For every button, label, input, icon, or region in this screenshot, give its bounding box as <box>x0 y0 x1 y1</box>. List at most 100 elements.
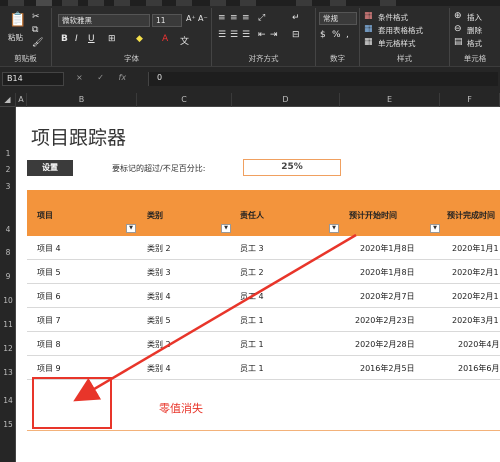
cut-icon[interactable]: ✂ <box>32 12 40 22</box>
font-name-combo[interactable]: 微软雅黑 <box>58 14 150 27</box>
select-all-corner[interactable]: ◢ <box>0 93 16 107</box>
row-header[interactable]: 4 <box>0 225 16 234</box>
header-planned-finish: 预计完成时间 <box>447 211 495 220</box>
filter-dropdown-icon[interactable]: ▼ <box>126 224 136 233</box>
row-header[interactable]: 15 <box>0 420 16 429</box>
phonetic-icon[interactable]: 文 <box>180 34 189 47</box>
tab-help[interactable] <box>330 0 346 6</box>
delete-icon[interactable]: ⊖ <box>454 24 462 34</box>
format-as-table-button[interactable]: 套用表格格式 <box>378 25 423 36</box>
table-row[interactable]: 项目 6 类别 4 员工 4 2020年2月7日 2020年2月1 <box>27 284 500 308</box>
settings-button[interactable]: 设置 <box>27 160 73 176</box>
row-header[interactable]: 13 <box>0 368 16 377</box>
insert-icon[interactable]: ⊕ <box>454 11 462 21</box>
tab-tell-me[interactable] <box>380 0 396 6</box>
column-header[interactable]: D <box>232 93 340 107</box>
delete-button[interactable]: 删除 <box>467 25 482 36</box>
format-painter-icon[interactable]: 🖌 <box>32 38 43 48</box>
align-right-icon[interactable]: ☰ <box>242 30 250 40</box>
table-row[interactable]: 项目 4 类别 2 员工 3 2020年1月8日 2020年1月1 <box>27 236 500 260</box>
paste-button[interactable]: 粘贴 <box>8 32 23 43</box>
percent-icon[interactable]: % <box>332 30 341 40</box>
column-header[interactable]: B <box>27 93 137 107</box>
filter-dropdown-icon[interactable]: ▼ <box>430 224 440 233</box>
copy-icon[interactable]: ⧉ <box>32 25 38 35</box>
cell-owner: 员工 2 <box>240 268 264 277</box>
border-icon[interactable]: ⊞ <box>108 34 116 44</box>
format-icon[interactable]: ▤ <box>454 37 463 47</box>
cell-start: 2020年1月8日 <box>360 268 415 277</box>
column-header[interactable]: A <box>16 93 27 107</box>
decrease-font-icon[interactable]: A⁻ <box>198 14 208 23</box>
cell-finish: 2020年4月 <box>458 340 500 349</box>
align-middle-icon[interactable]: ≡ <box>230 13 238 23</box>
paste-icon[interactable]: 📋 <box>9 12 26 28</box>
worksheet[interactable]: 项目跟踪器 设置 要标记的超过/不足百分比: 25% 项目 ▼ 类别 ▼ 责任人… <box>16 107 500 462</box>
format-button[interactable]: 格式 <box>467 38 482 49</box>
align-top-icon[interactable]: ≡ <box>218 13 226 23</box>
increase-indent-icon[interactable]: ⇥ <box>270 30 278 40</box>
cell-owner: 员工 3 <box>240 244 264 253</box>
row-header[interactable]: 11 <box>0 320 16 329</box>
tab-data[interactable] <box>176 0 192 6</box>
conditional-format-button[interactable]: 条件格式 <box>378 12 408 23</box>
insert-function-icon[interactable]: fx <box>119 73 127 82</box>
align-bottom-icon[interactable]: ≡ <box>242 13 250 23</box>
increase-font-icon[interactable]: A⁺ <box>186 14 196 23</box>
column-header[interactable]: C <box>137 93 232 107</box>
row-header[interactable]: 10 <box>0 296 16 305</box>
underline-icon[interactable]: U <box>88 34 95 44</box>
tab-formulas[interactable] <box>146 0 162 6</box>
tab-page-layout[interactable] <box>114 0 130 6</box>
bold-icon[interactable]: B <box>61 34 68 44</box>
comma-icon[interactable]: , <box>346 30 349 40</box>
tab-view[interactable] <box>240 0 256 6</box>
font-size-combo[interactable]: 11 <box>152 14 182 27</box>
table-row[interactable]: 项目 8 类别 2 员工 1 2020年2月28日 2020年4月 <box>27 332 500 356</box>
decrease-indent-icon[interactable]: ⇤ <box>258 30 266 40</box>
wrap-text-icon[interactable]: ↵ <box>292 13 300 23</box>
enter-icon[interactable]: ✓ <box>97 73 104 82</box>
tab-insert[interactable] <box>62 0 78 6</box>
currency-icon[interactable]: $ <box>320 30 326 40</box>
table-row[interactable]: 项目 7 类别 5 员工 1 2020年2月23日 2020年3月1 <box>27 308 500 332</box>
format-as-table-icon[interactable]: ▦ <box>364 24 373 34</box>
orientation-icon[interactable]: ⤢ <box>258 13 265 23</box>
filter-dropdown-icon[interactable]: ▼ <box>221 224 231 233</box>
cell-category: 类别 2 <box>147 340 171 349</box>
tab-file[interactable] <box>8 0 24 6</box>
row-header[interactable]: 1 <box>0 149 16 158</box>
cell-owner: 员工 1 <box>240 316 264 325</box>
filter-dropdown-icon[interactable]: ▼ <box>329 224 339 233</box>
align-left-icon[interactable]: ☰ <box>218 30 226 40</box>
cell-finish: 2020年2月1 <box>452 292 499 301</box>
row-header[interactable]: 8 <box>0 248 16 257</box>
threshold-value-cell[interactable]: 25% <box>243 159 341 176</box>
row-header[interactable]: 14 <box>0 396 16 405</box>
cancel-icon[interactable]: × <box>76 73 83 82</box>
conditional-format-icon[interactable]: ▦ <box>364 11 373 21</box>
insert-button[interactable]: 插入 <box>467 12 482 23</box>
column-header[interactable]: F <box>440 93 500 107</box>
merge-center-icon[interactable]: ⊟ <box>292 30 300 40</box>
cell-styles-button[interactable]: 单元格样式 <box>378 38 416 49</box>
formula-input[interactable]: 0 <box>148 72 498 86</box>
row-header[interactable]: 2 <box>0 165 16 174</box>
tab-home[interactable] <box>36 0 52 6</box>
tab-draw[interactable] <box>88 0 104 6</box>
font-color-icon[interactable]: A <box>162 34 168 44</box>
row-header[interactable]: 12 <box>0 344 16 353</box>
cell-styles-icon[interactable]: ▦ <box>364 37 373 47</box>
table-row[interactable]: 项目 5 类别 3 员工 2 2020年1月8日 2020年2月1 <box>27 260 500 284</box>
tab-developer[interactable] <box>296 0 312 6</box>
row-header[interactable]: 3 <box>0 182 16 191</box>
tab-review[interactable] <box>210 0 226 6</box>
column-header[interactable]: E <box>340 93 440 107</box>
number-format-combo[interactable]: 常规 <box>319 12 357 25</box>
cell-owner: 员工 1 <box>240 364 264 373</box>
fill-color-icon[interactable]: ◆ <box>136 34 143 44</box>
name-box[interactable]: B14 <box>2 72 64 86</box>
italic-icon[interactable]: I <box>75 34 78 44</box>
row-header[interactable]: 9 <box>0 272 16 281</box>
align-center-icon[interactable]: ☰ <box>230 30 238 40</box>
